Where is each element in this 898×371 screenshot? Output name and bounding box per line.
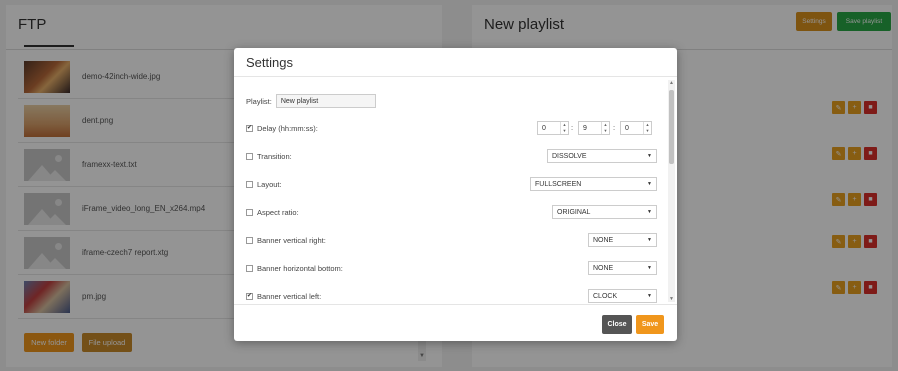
banner-vertical-right-row: Banner vertical right: NONE ▼ [246,231,658,249]
layout-checkbox[interactable] [246,180,253,188]
delay-hours-value: 0 [542,124,546,132]
delay-row: Delay (hh:mm:ss): 0 ▲▼ : 9 ▲▼ : 0 ▲▼ [246,119,658,137]
close-button[interactable]: Close [602,315,632,334]
transition-row: Transition: DISSOLVE ▼ [246,147,658,165]
banner-vertical-right-label: Banner vertical right: [257,235,326,245]
aspect-ratio-value: ORIGINAL [557,208,591,216]
aspect-ratio-row: Aspect ratio: ORIGINAL ▼ [246,203,658,221]
banner-vertical-left-value: CLOCK [593,292,618,300]
modal-header: Settings [234,48,677,77]
banner-horizontal-bottom-select[interactable]: NONE ▼ [588,261,657,275]
layout-row: Layout: FULLSCREEN ▼ [246,175,658,193]
playlist-name-input[interactable]: New playlist [275,94,376,108]
banner-horizontal-bottom-row: Banner horizontal bottom: NONE ▼ [246,259,658,277]
transition-label: Transition: [257,151,292,161]
layout-select[interactable]: FULLSCREEN ▼ [530,177,657,191]
settings-modal: Settings Playlist: New playlist Delay (h… [234,48,677,341]
chevron-down-icon: ▼ [647,209,652,215]
playlist-name-row: Playlist: New playlist [246,92,658,110]
chevron-down-icon: ▼ [647,181,652,187]
layout-value: FULLSCREEN [535,180,582,188]
chevron-down-icon: ▼ [647,237,652,243]
transition-checkbox[interactable] [246,152,253,160]
delay-minutes-value: 9 [583,124,587,132]
banner-vertical-right-value: NONE [593,236,614,244]
time-separator: : [613,123,616,132]
playlist-label: Playlist: [246,96,272,106]
delay-seconds-spinner[interactable]: 0 ▲ ▼ [620,121,652,135]
delay-label: Delay (hh:mm:ss): [257,123,318,133]
scroll-up-icon[interactable]: ▲ [669,80,674,86]
banner-vertical-right-select[interactable]: NONE ▼ [588,233,657,247]
aspect-ratio-label: Aspect ratio: [257,207,299,217]
modal-title: Settings [246,55,293,70]
delay-minutes-spinner[interactable]: 9 ▲ ▼ [578,121,610,135]
banner-vertical-left-row: Banner vertical left: CLOCK ▼ [246,287,658,304]
transition-value: DISSOLVE [552,152,587,160]
layout-label: Layout: [257,179,282,189]
modal-body: Playlist: New playlist Delay (hh:mm:ss):… [234,78,677,304]
time-separator: : [571,123,574,132]
transition-select[interactable]: DISSOLVE ▼ [547,149,657,163]
banner-vertical-left-checkbox[interactable] [246,292,253,300]
delay-seconds-value: 0 [625,124,629,132]
modal-footer: Close Save [234,304,677,341]
banner-horizontal-bottom-value: NONE [593,264,614,272]
delay-checkbox[interactable] [246,124,253,132]
spinner-arrows-icon[interactable]: ▲ ▼ [601,122,609,134]
chevron-down-icon: ▼ [647,153,652,159]
delay-hours-spinner[interactable]: 0 ▲ ▼ [537,121,569,135]
banner-vertical-left-select[interactable]: CLOCK ▼ [588,289,657,303]
scrollbar-thumb[interactable] [669,90,674,164]
scroll-down-icon[interactable]: ▼ [669,296,674,302]
spinner-arrows-icon[interactable]: ▲ ▼ [643,122,651,134]
banner-horizontal-bottom-checkbox[interactable] [246,264,253,272]
banner-vertical-right-checkbox[interactable] [246,236,253,244]
chevron-down-icon: ▼ [647,293,652,299]
banner-vertical-left-label: Banner vertical left: [257,291,322,301]
spinner-arrows-icon[interactable]: ▲ ▼ [560,122,568,134]
aspect-ratio-checkbox[interactable] [246,208,253,216]
aspect-ratio-select[interactable]: ORIGINAL ▼ [552,205,657,219]
chevron-down-icon: ▼ [647,265,652,271]
save-button[interactable]: Save [636,315,664,334]
banner-horizontal-bottom-label: Banner horizontal bottom: [257,263,343,273]
modal-scrollbar[interactable]: ▲ ▼ [668,80,675,302]
